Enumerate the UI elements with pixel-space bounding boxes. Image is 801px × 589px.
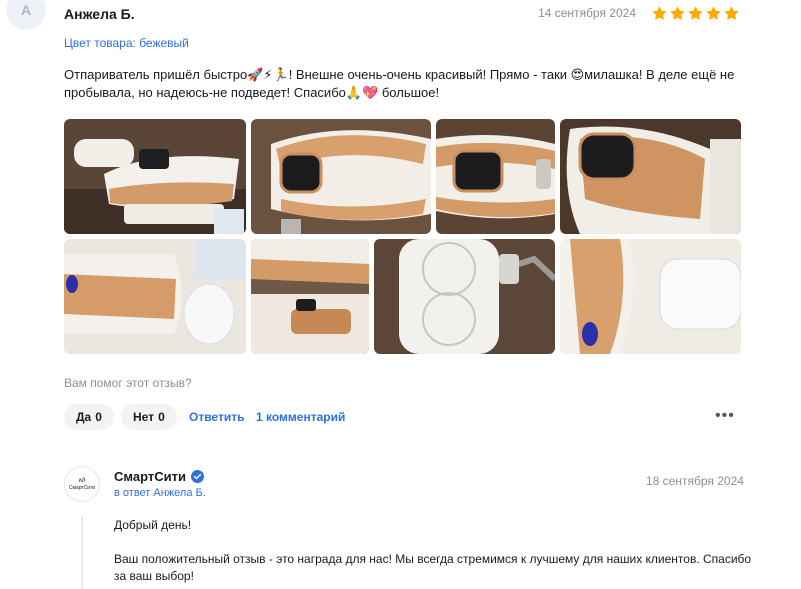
product-color: Цвет товара: бежевый xyxy=(64,36,189,50)
helpful-question: Вам помог этот отзыв? xyxy=(64,376,192,390)
seller-logo-mark: ʌ/\ xyxy=(78,477,86,484)
vote-no-button[interactable]: Нет 0 xyxy=(121,404,177,430)
review-photo[interactable] xyxy=(251,119,431,234)
vote-no-count: 0 xyxy=(158,410,165,424)
vote-yes-count: 0 xyxy=(95,410,102,424)
review-photo[interactable] xyxy=(64,239,246,354)
star-icon xyxy=(652,6,667,20)
more-options-icon[interactable]: ••• xyxy=(715,408,735,424)
vote-yes-label: Да xyxy=(76,410,92,424)
review-photo[interactable] xyxy=(374,239,555,354)
review-photo[interactable] xyxy=(560,119,741,234)
vote-yes-button[interactable]: Да 0 xyxy=(64,404,114,430)
star-icon xyxy=(670,6,685,20)
review-photo[interactable] xyxy=(560,239,741,354)
reply-date: 18 сентября 2024 xyxy=(646,474,744,488)
reviewer-name: Анжела Б. xyxy=(64,6,135,22)
reply-to-link[interactable]: в ответ Анжела Б. xyxy=(114,487,206,499)
star-icon xyxy=(688,6,703,20)
seller-logo: ʌ/\ СмартСити xyxy=(64,466,100,502)
seller-reply-text: Добрый день! Ваш положительный отзыв - э… xyxy=(114,517,754,585)
verified-check-icon xyxy=(190,470,204,483)
vote-no-label: Нет xyxy=(133,410,155,424)
seller-logo-name: СмартСити xyxy=(68,484,96,491)
review-photo[interactable] xyxy=(64,119,246,234)
rating-stars xyxy=(651,5,740,22)
star-icon xyxy=(724,6,739,20)
star-icon xyxy=(706,6,721,20)
reply-thread-line xyxy=(81,516,83,589)
seller-name-row: СмартСити xyxy=(114,469,204,484)
comments-link[interactable]: 1 комментарий xyxy=(256,410,345,424)
reviewer-avatar: А xyxy=(6,0,46,30)
reply-link[interactable]: Ответить xyxy=(189,410,244,424)
review-photo[interactable] xyxy=(251,239,369,354)
reply-greeting: Добрый день! xyxy=(114,518,192,532)
review-text: Отпариватель пришёл быстро🚀⚡🏃! Внешне оч… xyxy=(64,67,735,100)
review-date: 14 сентября 2024 xyxy=(538,6,636,20)
reply-message: Ваш положительный отзыв - это награда дл… xyxy=(114,552,752,583)
review-photos xyxy=(64,119,741,354)
review-photo[interactable] xyxy=(436,119,555,234)
seller-name: СмартСити xyxy=(114,469,186,484)
